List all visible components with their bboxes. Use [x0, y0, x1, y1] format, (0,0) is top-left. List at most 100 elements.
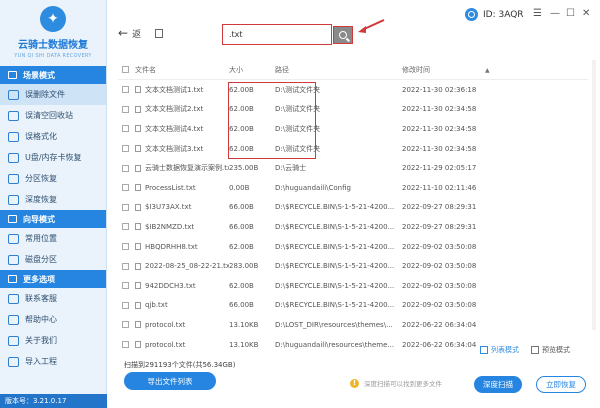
export-list-button[interactable]: 导出文件列表	[124, 372, 216, 390]
text-file-icon	[135, 105, 141, 113]
table-row[interactable]: 文本文档测试4.txt 62.00B D:\测试文件夹 2022-11-30 02:3…	[118, 119, 588, 139]
file-path: D:\测试文件夹	[275, 105, 321, 114]
top-bar: ← 返 .txt ID: 3AQR ☰ — ☐ ✕	[108, 0, 600, 50]
nav-about[interactable]: 关于我们	[0, 330, 106, 351]
document-icon[interactable]	[155, 29, 163, 38]
row-checkbox[interactable]	[122, 164, 129, 172]
recover-now-button[interactable]: 立即恢复	[536, 376, 586, 393]
row-checkbox[interactable]	[122, 184, 129, 192]
nav-recycle-bin[interactable]: 误清空回收站	[0, 105, 106, 126]
nav-format[interactable]: 误格式化	[0, 126, 106, 147]
nav-import-project[interactable]: 导入工程	[0, 351, 106, 372]
file-name: 文本文档测试4.txt	[145, 124, 204, 133]
nav-label: 导入工程	[25, 357, 57, 366]
file-name: ProcessList.txt	[145, 183, 196, 192]
file-time: 2022-06-22 06:34:04	[402, 320, 477, 329]
support-icon	[8, 293, 19, 304]
nav-label: 常用位置	[25, 234, 57, 243]
table-row[interactable]: 942DDCH3.txt 62.00B D:\$RECYCLE.BIN\S-1-5-…	[118, 276, 588, 296]
section-scene-mode[interactable]: 场景模式	[0, 66, 106, 84]
header-name[interactable]: 文件名	[133, 65, 229, 75]
header-size[interactable]: 大小	[229, 65, 275, 75]
file-path: D:\huguandaili\resources\theme...	[275, 340, 395, 349]
table-row[interactable]: 文本文档测试2.txt 62.00B D:\测试文件夹 2022-11-30 02:3…	[118, 100, 588, 120]
nav-deleted-files[interactable]: 误删除文件	[0, 84, 106, 105]
row-checkbox[interactable]	[122, 301, 129, 309]
preview-view-button[interactable]: 预览模式	[531, 345, 570, 355]
menu-icon[interactable]: ☰	[533, 8, 542, 19]
user-id[interactable]: ID: 3AQR	[465, 8, 524, 21]
row-checkbox[interactable]	[122, 86, 129, 94]
table-row[interactable]: $IB2NMZD.txt 66.00B D:\$RECYCLE.BIN\S-1-5-…	[118, 217, 588, 237]
file-time: 2022-09-02 03:50:08	[402, 301, 477, 310]
table-row[interactable]: 文本文档测试3.txt 62.00B D:\测试文件夹 2022-11-30 02:3…	[118, 139, 588, 159]
file-path: D:\$RECYCLE.BIN\S-1-5-21-4200...	[275, 262, 395, 271]
section-wizard-mode[interactable]: 向导模式	[0, 210, 106, 228]
row-checkbox[interactable]	[122, 145, 129, 153]
file-time: 2022-09-27 08:29:31	[402, 203, 477, 212]
section-more-options[interactable]: 更多选项	[0, 270, 106, 288]
format-icon	[8, 131, 19, 142]
minimize-icon[interactable]: —	[550, 8, 560, 19]
row-checkbox[interactable]	[122, 125, 129, 133]
file-name: HBQDRHH8.txt	[145, 242, 198, 251]
table-row[interactable]: protocol.txt 13.10KB D:\LOST_DIR\resources…	[118, 315, 588, 335]
row-checkbox[interactable]	[122, 243, 129, 251]
list-view-label: 列表模式	[491, 346, 519, 354]
file-time: 2022-09-02 03:50:08	[402, 281, 477, 290]
section-label: 向导模式	[23, 214, 55, 224]
search-button[interactable]	[333, 26, 353, 44]
nav-disk-partitions[interactable]: 磁盘分区	[0, 249, 106, 270]
list-view-button[interactable]: 列表模式	[480, 345, 519, 355]
file-name: protocol.txt	[145, 340, 186, 349]
nav-contact-support[interactable]: 联系客服	[0, 288, 106, 309]
table-row[interactable]: qjb.txt 66.00B D:\$RECYCLE.BIN\S-1-5-21-42…	[118, 296, 588, 316]
nav-label: 关于我们	[25, 336, 57, 345]
header-path[interactable]: 路径	[275, 65, 402, 75]
annotation-arrow-icon	[358, 19, 385, 33]
nav-common-locations[interactable]: 常用位置	[0, 228, 106, 249]
file-time: 2022-11-10 02:11:46	[402, 183, 477, 192]
table-row[interactable]: ProcessList.txt 0.00B D:\huguandaili\Confi…	[118, 178, 588, 198]
text-file-icon	[135, 282, 141, 290]
file-time: 2022-11-30 02:34:58	[402, 144, 477, 153]
file-size: 62.00B	[229, 85, 254, 94]
file-time: 2022-11-29 02:05:17	[402, 164, 477, 173]
deep-scan-button[interactable]: 深度扫描	[474, 376, 522, 393]
search-input[interactable]: .txt	[222, 24, 332, 45]
file-name: 云骑士数据恢复演示案例.txt	[145, 164, 229, 173]
folder-icon	[8, 71, 17, 79]
row-checkbox[interactable]	[122, 282, 129, 290]
close-icon[interactable]: ✕	[582, 8, 590, 19]
row-checkbox[interactable]	[122, 203, 129, 211]
row-checkbox[interactable]	[122, 105, 129, 113]
nav-partition-recovery[interactable]: 分区恢复	[0, 168, 106, 189]
sort-icon[interactable]: ▲	[485, 67, 490, 74]
nav-label: 帮助中心	[25, 315, 57, 324]
back-button[interactable]: ← 返	[118, 26, 141, 40]
file-time: 2022-11-30 02:34:58	[402, 124, 477, 133]
select-all-checkbox[interactable]	[122, 66, 129, 73]
nav-help-center[interactable]: 帮助中心	[0, 309, 106, 330]
file-name: 942DDCH3.txt	[145, 281, 196, 290]
text-file-icon	[135, 223, 141, 231]
file-name: 文本文档测试3.txt	[145, 144, 204, 153]
row-checkbox[interactable]	[122, 341, 129, 349]
row-checkbox[interactable]	[122, 321, 129, 329]
table-row[interactable]: $I3U73AX.txt 66.00B D:\$RECYCLE.BIN\S-1-5-…	[118, 198, 588, 218]
maximize-icon[interactable]: ☐	[566, 8, 575, 19]
row-checkbox[interactable]	[122, 223, 129, 231]
table-row[interactable]: 文本文档测试1.txt 62.00B D:\测试文件夹 2022-11-30 02:3…	[118, 80, 588, 100]
scrollbar[interactable]	[592, 60, 596, 330]
table-row[interactable]: HBQDRHH8.txt 62.00B D:\$RECYCLE.BIN\S-1-5-…	[118, 237, 588, 257]
nav-label: 深度恢复	[25, 195, 57, 204]
row-checkbox[interactable]	[122, 262, 129, 270]
header-time[interactable]: 修改时间 ▲	[402, 65, 512, 75]
table-row[interactable]: 云骑士数据恢复演示案例.txt 235.00B D:\云骑士 2022-11-29 0…	[118, 158, 588, 178]
nav-usb-recovery[interactable]: U盘/内存卡恢复	[0, 147, 106, 168]
preview-view-label: 预览模式	[542, 346, 570, 354]
file-time: 2022-09-02 03:50:08	[402, 242, 477, 251]
wizard-icon	[8, 215, 17, 223]
table-row[interactable]: 2022-08-25_08-22-21.txt 283.00B D:\$RECYCL…	[118, 256, 588, 276]
nav-deep-recovery[interactable]: 深度恢复	[0, 189, 106, 210]
